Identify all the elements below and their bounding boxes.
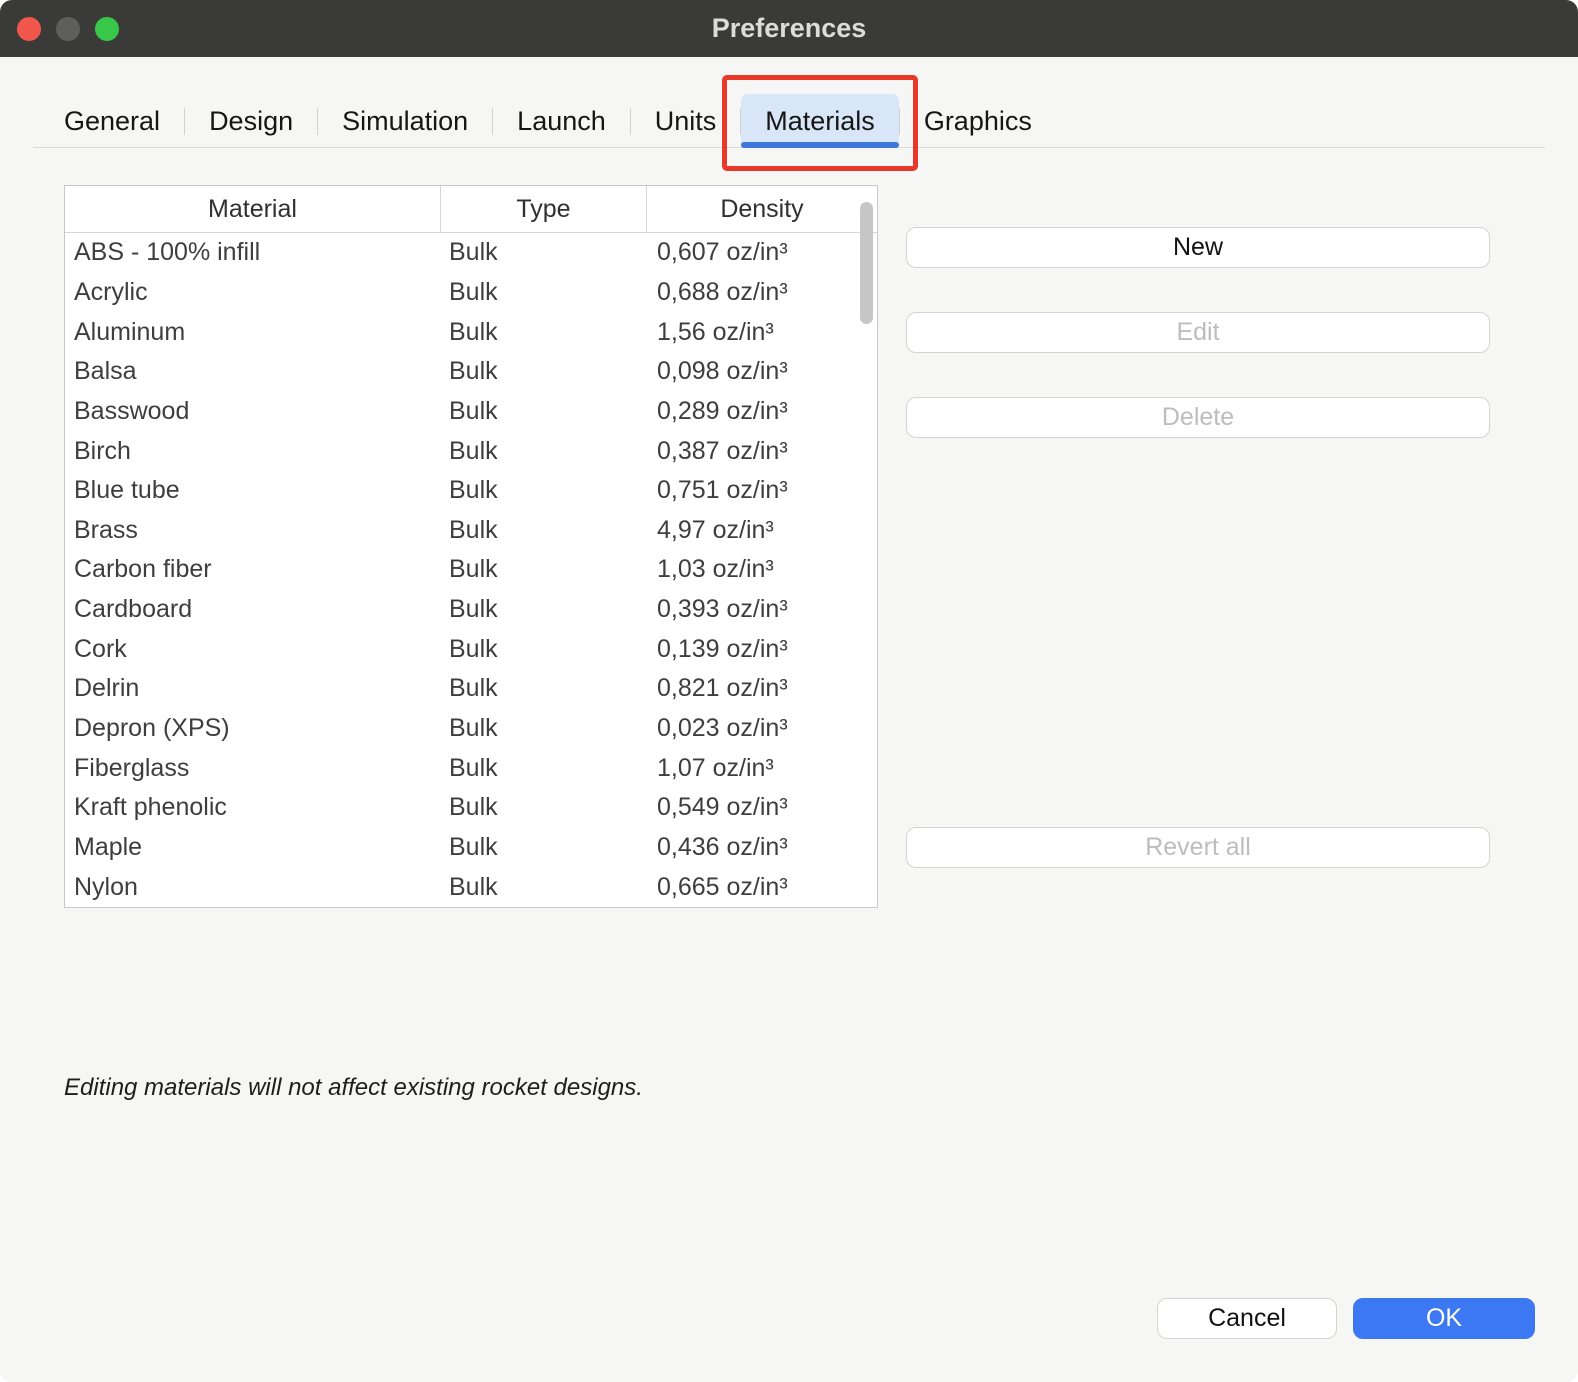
ok-button[interactable]: OK xyxy=(1353,1298,1535,1339)
materials-note: Editing materials will not affect existi… xyxy=(64,1074,643,1102)
window-title: Preferences xyxy=(712,13,867,44)
cell-density: 0,023 oz/in³ xyxy=(647,714,877,743)
cell-density: 0,436 oz/in³ xyxy=(647,833,877,862)
table-row[interactable]: BrassBulk4,97 oz/in³ xyxy=(65,510,877,550)
cell-density: 0,393 oz/in³ xyxy=(647,595,877,624)
cell-density: 0,139 oz/in³ xyxy=(647,635,877,664)
table-row[interactable]: NylonBulk0,665 oz/in³ xyxy=(65,867,877,907)
cell-material: Balsa xyxy=(65,357,441,386)
column-header-density[interactable]: Density xyxy=(647,186,877,232)
cell-material: Cork xyxy=(65,635,441,664)
column-header-type[interactable]: Type xyxy=(441,186,647,232)
table-row[interactable]: FiberglassBulk1,07 oz/in³ xyxy=(65,748,877,788)
table-row[interactable]: BasswoodBulk0,289 oz/in³ xyxy=(65,392,877,432)
close-button[interactable] xyxy=(17,17,41,41)
cell-material: Birch xyxy=(65,437,441,466)
table-row[interactable]: ABS - 100% infillBulk0,607 oz/in³ xyxy=(65,233,877,273)
tab-simulation[interactable]: Simulation xyxy=(318,94,492,148)
cell-density: 1,07 oz/in³ xyxy=(647,754,877,783)
table-row[interactable]: Blue tubeBulk0,751 oz/in³ xyxy=(65,471,877,511)
cell-material: Nylon xyxy=(65,873,441,902)
table-row[interactable]: DelrinBulk0,821 oz/in³ xyxy=(65,669,877,709)
annotation-box xyxy=(722,75,918,171)
cell-density: 0,665 oz/in³ xyxy=(647,873,877,902)
cell-density: 4,97 oz/in³ xyxy=(647,516,877,545)
cell-type: Bulk xyxy=(441,357,647,386)
cell-type: Bulk xyxy=(441,555,647,584)
cell-material: Fiberglass xyxy=(65,754,441,783)
zoom-button[interactable] xyxy=(95,17,119,41)
cell-type: Bulk xyxy=(441,437,647,466)
edit-button[interactable]: Edit xyxy=(906,312,1490,353)
table-row[interactable]: BalsaBulk0,098 oz/in³ xyxy=(65,352,877,392)
traffic-lights xyxy=(17,0,119,57)
cell-density: 0,751 oz/in³ xyxy=(647,476,877,505)
cell-type: Bulk xyxy=(441,873,647,902)
table-row[interactable]: Carbon fiberBulk1,03 oz/in³ xyxy=(65,550,877,590)
minimize-button[interactable] xyxy=(56,17,80,41)
table-row[interactable]: Depron (XPS)Bulk0,023 oz/in³ xyxy=(65,709,877,749)
cell-density: 0,387 oz/in³ xyxy=(647,437,877,466)
tab-launch[interactable]: Launch xyxy=(493,94,630,148)
cell-material: Maple xyxy=(65,833,441,862)
vertical-scrollbar-thumb[interactable] xyxy=(860,202,873,324)
cell-material: Basswood xyxy=(65,397,441,426)
cell-type: Bulk xyxy=(441,476,647,505)
cell-material: Delrin xyxy=(65,674,441,703)
table-row[interactable]: AcrylicBulk0,688 oz/in³ xyxy=(65,273,877,313)
tab-units[interactable]: Units xyxy=(631,94,741,148)
cell-type: Bulk xyxy=(441,318,647,347)
delete-button[interactable]: Delete xyxy=(906,397,1490,438)
tab-bar: GeneralDesignSimulationLaunchUnitsMateri… xyxy=(40,94,1056,148)
tab-design[interactable]: Design xyxy=(185,94,317,148)
title-bar: Preferences xyxy=(0,0,1578,57)
table-header: Material Type Density xyxy=(65,186,877,233)
table-row[interactable]: CorkBulk0,139 oz/in³ xyxy=(65,629,877,669)
cell-material: Acrylic xyxy=(65,278,441,307)
cell-material: Cardboard xyxy=(65,595,441,624)
cell-density: 0,688 oz/in³ xyxy=(647,278,877,307)
cell-type: Bulk xyxy=(441,635,647,664)
cell-type: Bulk xyxy=(441,714,647,743)
materials-table-body: ABS - 100% infillBulk0,607 oz/in³Acrylic… xyxy=(65,233,877,907)
table-row[interactable]: CardboardBulk0,393 oz/in³ xyxy=(65,590,877,630)
cell-type: Bulk xyxy=(441,754,647,783)
new-button[interactable]: New xyxy=(906,227,1490,268)
materials-table: Material Type Density ABS - 100% infillB… xyxy=(64,185,878,908)
column-header-material[interactable]: Material xyxy=(65,186,441,232)
cell-material: Brass xyxy=(65,516,441,545)
cell-material: Aluminum xyxy=(65,318,441,347)
cell-type: Bulk xyxy=(441,595,647,624)
cell-material: Carbon fiber xyxy=(65,555,441,584)
cell-type: Bulk xyxy=(441,793,647,822)
table-row[interactable]: Kraft phenolicBulk0,549 oz/in³ xyxy=(65,788,877,828)
tab-graphics[interactable]: Graphics xyxy=(900,94,1056,148)
cell-density: 0,821 oz/in³ xyxy=(647,674,877,703)
cell-material: ABS - 100% infill xyxy=(65,238,441,267)
cell-type: Bulk xyxy=(441,674,647,703)
cell-material: Depron (XPS) xyxy=(65,714,441,743)
cell-density: 0,607 oz/in³ xyxy=(647,238,877,267)
cell-density: 1,03 oz/in³ xyxy=(647,555,877,584)
cell-type: Bulk xyxy=(441,278,647,307)
tab-materials[interactable]: Materials xyxy=(741,94,899,148)
cell-material: Blue tube xyxy=(65,476,441,505)
preferences-window: Preferences GeneralDesignSimulationLaunc… xyxy=(0,0,1578,1382)
table-row[interactable]: MapleBulk0,436 oz/in³ xyxy=(65,828,877,868)
cell-type: Bulk xyxy=(441,516,647,545)
table-row[interactable]: AluminumBulk1,56 oz/in³ xyxy=(65,312,877,352)
cell-type: Bulk xyxy=(441,238,647,267)
tab-general[interactable]: General xyxy=(40,94,184,148)
cell-type: Bulk xyxy=(441,833,647,862)
cell-density: 0,549 oz/in³ xyxy=(647,793,877,822)
cell-density: 1,56 oz/in³ xyxy=(647,318,877,347)
cell-density: 0,289 oz/in³ xyxy=(647,397,877,426)
table-row[interactable]: BirchBulk0,387 oz/in³ xyxy=(65,431,877,471)
cell-density: 0,098 oz/in³ xyxy=(647,357,877,386)
cancel-button[interactable]: Cancel xyxy=(1157,1298,1337,1339)
cell-type: Bulk xyxy=(441,397,647,426)
revert-all-button[interactable]: Revert all xyxy=(906,827,1490,868)
cell-material: Kraft phenolic xyxy=(65,793,441,822)
